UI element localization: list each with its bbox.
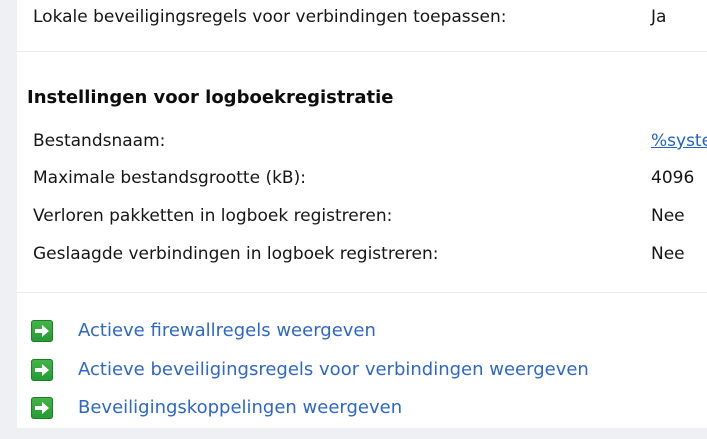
green-arrow-icon (31, 397, 53, 419)
firewall-settings-panel: Lokale beveiligingsregels voor verbindin… (17, 0, 707, 428)
setting-label: Geslaagde verbindingen in logboek regist… (33, 244, 439, 264)
setting-row-filename: Bestandsnaam: %syste (33, 129, 707, 153)
action-link-view-security-associations[interactable]: Beveiligingskoppelingen weergeven (31, 396, 691, 420)
filename-link[interactable]: %syste (651, 129, 707, 153)
setting-row-local-security-rules: Lokale beveiligingsregels voor verbindin… (33, 5, 707, 29)
setting-value: 4096 (651, 168, 695, 188)
setting-label: Maximale bestandsgrootte (kB): (33, 168, 306, 188)
setting-row-log-successful-connections: Geslaagde verbindingen in logboek regist… (33, 242, 707, 266)
setting-row-max-file-size: Maximale bestandsgrootte (kB): 4096 (33, 166, 707, 190)
setting-row-log-dropped-packets: Verloren pakketten in logboek registrere… (33, 204, 707, 228)
section-divider (17, 292, 707, 293)
section-title-logging: Instellingen voor logboekregistratie (27, 87, 394, 108)
setting-label: Bestandsnaam: (33, 131, 166, 151)
action-link-label[interactable]: Actieve firewallregels weergeven (78, 319, 376, 343)
setting-value: Nee (651, 206, 685, 226)
action-link-label[interactable]: Beveiligingskoppelingen weergeven (78, 396, 402, 420)
setting-value: Ja (651, 7, 667, 27)
action-link-view-firewall-rules[interactable]: Actieve firewallregels weergeven (31, 319, 691, 343)
green-arrow-icon (31, 320, 53, 342)
green-arrow-icon (31, 359, 53, 381)
action-link-label[interactable]: Actieve beveiligingsregels voor verbindi… (78, 358, 589, 382)
action-link-view-connection-security-rules[interactable]: Actieve beveiligingsregels voor verbindi… (31, 358, 691, 382)
setting-label: Verloren pakketten in logboek registrere… (33, 206, 393, 226)
section-divider (17, 51, 707, 52)
setting-value: Nee (651, 244, 685, 264)
setting-label: Lokale beveiligingsregels voor verbindin… (33, 7, 507, 27)
